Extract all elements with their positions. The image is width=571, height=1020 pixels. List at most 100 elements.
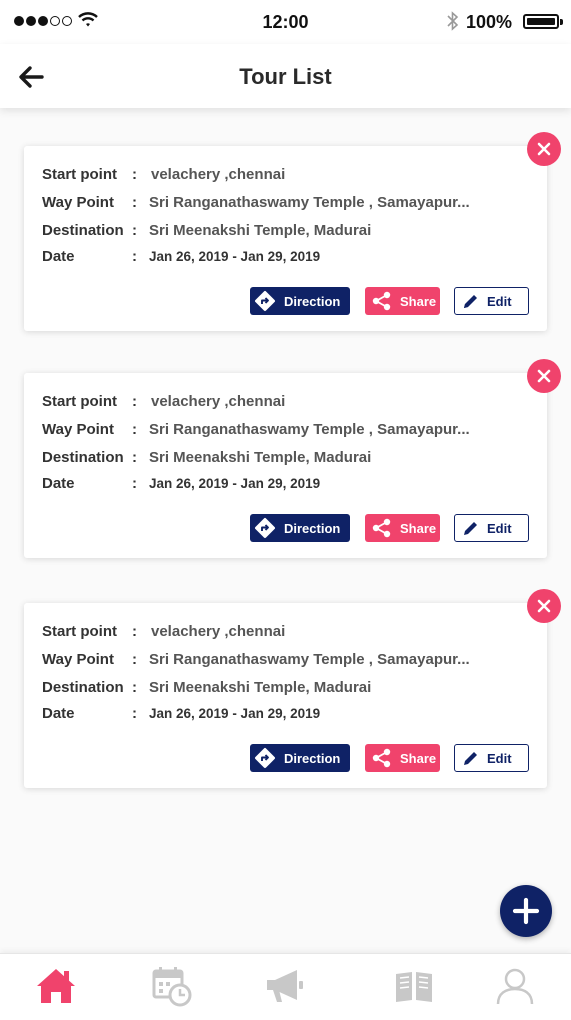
megaphone-icon bbox=[267, 970, 303, 1002]
way-point-row: Way Point : Sri Ranganathaswamy Temple ,… bbox=[42, 191, 470, 213]
date-label: Date bbox=[42, 474, 75, 492]
way-point-row: Way Point : Sri Ranganathaswamy Temple ,… bbox=[42, 418, 470, 440]
colon: : bbox=[132, 622, 137, 640]
colon: : bbox=[132, 420, 137, 438]
direction-icon bbox=[255, 291, 275, 311]
share-icon bbox=[372, 291, 391, 311]
date-label: Date bbox=[42, 704, 75, 722]
bluetooth-icon bbox=[447, 11, 459, 31]
destination-label: Destination bbox=[42, 448, 124, 466]
date-value: Jan 26, 2019 - Jan 29, 2019 bbox=[149, 475, 321, 491]
start-point-row: Start point : velachery ,chennai bbox=[42, 390, 285, 412]
page-title: Tour List bbox=[239, 64, 332, 89]
date-value: Jan 26, 2019 - Jan 29, 2019 bbox=[149, 705, 321, 721]
colon: : bbox=[132, 247, 137, 265]
date-value: Jan 26, 2019 - Jan 29, 2019 bbox=[149, 248, 321, 264]
way-point-label: Way Point bbox=[42, 420, 114, 438]
start-point-label: Start point bbox=[42, 392, 117, 410]
nav-announcements[interactable] bbox=[260, 962, 310, 1010]
direction-button[interactable]: Direction bbox=[250, 514, 350, 542]
start-point-value: velachery ,chennai bbox=[151, 165, 286, 183]
edit-button[interactable]: Edit bbox=[454, 287, 529, 315]
direction-icon bbox=[255, 748, 275, 768]
pencil-icon bbox=[464, 522, 477, 535]
colon: : bbox=[132, 392, 137, 410]
destination-row: Destination : Sri Meenakshi Temple, Madu… bbox=[42, 676, 371, 698]
edit-button[interactable]: Edit bbox=[454, 744, 529, 772]
destination-label: Destination bbox=[42, 678, 124, 696]
share-label: Share bbox=[400, 520, 437, 536]
card-actions: Direction Share Edit bbox=[24, 287, 547, 315]
destination-row: Destination : Sri Meenakshi Temple, Madu… bbox=[42, 446, 371, 468]
close-icon bbox=[537, 599, 551, 613]
start-point-row: Start point : velachery ,chennai bbox=[42, 620, 285, 642]
tour-card: Start point : velachery ,chennai Way Poi… bbox=[24, 359, 561, 558]
calendar-clock-icon bbox=[152, 967, 192, 1007]
card-actions: Direction Share Edit bbox=[24, 744, 547, 772]
date-label: Date bbox=[42, 247, 75, 265]
add-tour-button[interactable] bbox=[500, 885, 552, 937]
share-button[interactable]: Share bbox=[365, 514, 440, 542]
start-point-label: Start point bbox=[42, 165, 117, 183]
tour-list: Start point : velachery ,chennai Way Poi… bbox=[0, 108, 571, 953]
tour-card: Start point : velachery ,chennai Way Poi… bbox=[24, 132, 561, 331]
nav-schedule[interactable] bbox=[146, 962, 196, 1010]
home-icon bbox=[37, 969, 75, 1003]
colon: : bbox=[132, 474, 137, 492]
direction-icon bbox=[255, 518, 275, 538]
way-point-label: Way Point bbox=[42, 193, 114, 211]
way-point-row: Way Point : Sri Ranganathaswamy Temple ,… bbox=[42, 648, 470, 670]
way-point-label: Way Point bbox=[42, 650, 114, 668]
direction-label: Direction bbox=[284, 520, 341, 536]
nav-profile[interactable] bbox=[490, 962, 540, 1010]
colon: : bbox=[132, 448, 137, 466]
destination-value: Sri Meenakshi Temple, Madurai bbox=[149, 448, 372, 466]
way-point-value: Sri Ranganathaswamy Temple , Samayapur..… bbox=[149, 193, 470, 211]
colon: : bbox=[132, 704, 137, 722]
direction-button[interactable]: Direction bbox=[250, 744, 350, 772]
nav-home[interactable] bbox=[31, 962, 81, 1010]
date-row: Date : Jan 26, 2019 - Jan 29, 2019 bbox=[42, 702, 320, 724]
way-point-value: Sri Ranganathaswamy Temple , Samayapur..… bbox=[149, 420, 470, 438]
pencil-icon bbox=[464, 752, 477, 765]
delete-tour-button[interactable] bbox=[527, 132, 561, 166]
destination-value: Sri Meenakshi Temple, Madurai bbox=[149, 678, 372, 696]
direction-label: Direction bbox=[284, 293, 341, 309]
book-icon bbox=[396, 972, 432, 1002]
share-button[interactable]: Share bbox=[365, 744, 440, 772]
direction-button[interactable]: Direction bbox=[250, 287, 350, 315]
plus-icon bbox=[512, 897, 540, 925]
destination-label: Destination bbox=[42, 221, 124, 239]
battery-icon bbox=[523, 14, 563, 29]
edit-label: Edit bbox=[487, 750, 512, 766]
start-point-label: Start point bbox=[42, 622, 117, 640]
card-actions: Direction Share Edit bbox=[24, 514, 547, 542]
edit-button[interactable]: Edit bbox=[454, 514, 529, 542]
share-button[interactable]: Share bbox=[365, 287, 440, 315]
share-label: Share bbox=[400, 293, 437, 309]
delete-tour-button[interactable] bbox=[527, 589, 561, 623]
colon: : bbox=[132, 221, 137, 239]
user-icon bbox=[496, 968, 534, 1005]
battery-percent: 100% bbox=[466, 12, 513, 32]
edit-label: Edit bbox=[487, 520, 512, 536]
colon: : bbox=[132, 165, 137, 183]
direction-label: Direction bbox=[284, 750, 341, 766]
share-icon bbox=[372, 518, 391, 538]
colon: : bbox=[132, 193, 137, 211]
start-point-row: Start point : velachery ,chennai bbox=[42, 163, 285, 185]
destination-value: Sri Meenakshi Temple, Madurai bbox=[149, 221, 372, 239]
status-bar: 12:00 100% bbox=[0, 0, 571, 44]
close-icon bbox=[537, 369, 551, 383]
colon: : bbox=[132, 650, 137, 668]
date-row: Date : Jan 26, 2019 - Jan 29, 2019 bbox=[42, 472, 320, 494]
close-icon bbox=[537, 142, 551, 156]
share-icon bbox=[372, 748, 391, 768]
app-header: Tour List bbox=[0, 44, 571, 108]
edit-label: Edit bbox=[487, 293, 512, 309]
bottom-nav bbox=[0, 953, 571, 1020]
delete-tour-button[interactable] bbox=[527, 359, 561, 393]
destination-row: Destination : Sri Meenakshi Temple, Madu… bbox=[42, 219, 371, 241]
way-point-value: Sri Ranganathaswamy Temple , Samayapur..… bbox=[149, 650, 470, 668]
nav-guide[interactable] bbox=[389, 962, 439, 1010]
